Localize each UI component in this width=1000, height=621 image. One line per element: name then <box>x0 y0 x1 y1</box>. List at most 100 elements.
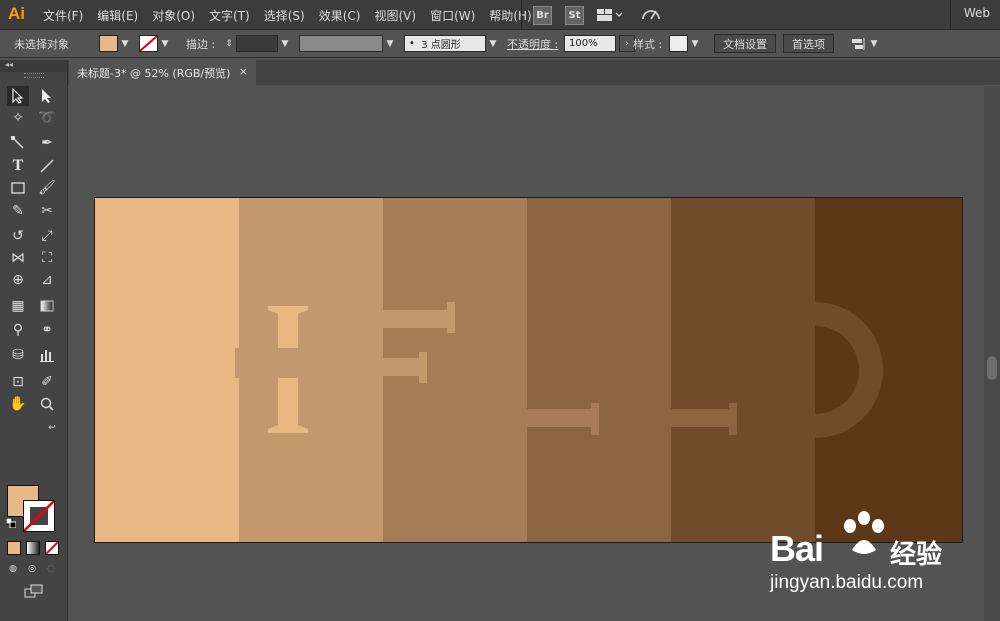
curvature-tool-icon[interactable] <box>7 133 29 153</box>
document-setup-button[interactable]: 文档设置 <box>714 34 776 53</box>
color-mode-icon[interactable] <box>7 541 21 555</box>
stripe-5 <box>671 198 815 542</box>
shaper-tool-icon[interactable]: ✎ <box>7 201 29 221</box>
shape-builder-tool-icon[interactable]: ⊕ <box>7 270 29 290</box>
fill-color-swatch[interactable] <box>99 35 118 52</box>
draw-normal-icon[interactable]: ◍ <box>7 563 19 575</box>
arrange-documents-icon[interactable] <box>596 6 624 23</box>
chevron-down-icon[interactable]: ▼ <box>383 36 397 51</box>
stock-button[interactable]: St <box>565 6 584 25</box>
perspective-grid-tool-icon[interactable]: ⊿ <box>36 270 58 290</box>
stripe-4 <box>527 198 671 542</box>
menu-items: 文件(F) 编辑(E) 对象(O) 文字(T) 选择(S) 效果(C) 视图(V… <box>43 7 546 24</box>
hand-tool-icon[interactable]: ✋ <box>7 394 29 414</box>
mesh-tool-icon[interactable]: ▦ <box>7 296 29 316</box>
stripe-1 <box>95 198 239 542</box>
preferences-button[interactable]: 首选项 <box>783 34 834 53</box>
chevron-down-icon[interactable]: ▼ <box>118 36 132 51</box>
paw-logo-icon <box>844 511 884 554</box>
draw-behind-icon[interactable]: ◎ <box>26 563 38 575</box>
watermark-brand: Bai <box>770 528 824 569</box>
none-mode-icon[interactable] <box>45 541 59 555</box>
screen-mode-icon[interactable] <box>24 584 44 598</box>
menu-effect[interactable]: 效果(C) <box>319 7 361 24</box>
panel-grip[interactable] <box>24 73 44 78</box>
scrollbar-thumb[interactable] <box>987 356 997 380</box>
selection-tool-icon[interactable] <box>7 86 29 106</box>
variable-width-profile[interactable] <box>299 35 383 52</box>
opacity-input[interactable]: 100% <box>564 35 616 52</box>
gradient-tool-icon[interactable] <box>36 296 58 316</box>
scale-tool-icon[interactable]: ⤢ <box>36 226 58 246</box>
menu-type[interactable]: 文字(T) <box>209 7 250 24</box>
workspace-switcher[interactable]: Web <box>964 6 990 20</box>
column-graph-tool-icon[interactable] <box>36 345 58 365</box>
artboard-tool-icon[interactable]: ⊡ <box>7 372 29 392</box>
stroke-stepper-icon[interactable]: ⇕ <box>222 36 236 51</box>
menu-bar: Ai 文件(F) 编辑(E) 对象(O) 文字(T) 选择(S) 效果(C) 视… <box>0 0 1000 30</box>
align-icon[interactable] <box>851 37 867 51</box>
type-tool-icon[interactable]: T <box>7 156 29 176</box>
blend-tool-icon[interactable]: ⚭ <box>36 320 58 340</box>
close-icon[interactable]: × <box>239 65 248 78</box>
stroke-weight-input[interactable] <box>236 35 278 52</box>
document-tab-title: 未标题-3* @ 52% (RGB/预览) <box>77 66 231 80</box>
zoom-tool-icon[interactable] <box>36 394 58 414</box>
watermark-brand-suffix: 经验 <box>890 540 943 570</box>
menu-file[interactable]: 文件(F) <box>43 7 83 24</box>
lasso-tool-icon[interactable]: ➰ <box>36 108 58 128</box>
gradient-mode-icon[interactable] <box>26 541 40 555</box>
chevron-down-icon[interactable]: ▼ <box>278 36 292 51</box>
chevron-down-icon[interactable]: ▼ <box>688 36 702 51</box>
control-bar: 未选择对象 ▼ ▼ 描边 : ⇕ ▼ ▼ • 3 点圆形 ▼ 不透明度 : 10… <box>0 30 1000 58</box>
menu-divider <box>950 0 951 29</box>
draw-inside-icon[interactable]: ◌ <box>45 563 57 575</box>
pen-tool-icon[interactable]: ✒ <box>36 133 58 153</box>
direct-selection-tool-icon[interactable] <box>36 86 58 106</box>
swap-fill-stroke-icon[interactable]: ↩ <box>46 422 58 434</box>
style-label: 样式 : <box>633 37 663 51</box>
eyedropper-tool-icon[interactable]: ⚲ <box>7 320 29 340</box>
brush-label: 3 点圆形 <box>421 40 461 51</box>
brush-dot-icon: • <box>409 38 422 49</box>
menu-view[interactable]: 视图(V) <box>374 7 416 24</box>
paintbrush-tool-icon[interactable]: 🖌 <box>36 178 58 198</box>
stroke-label: 描边 : <box>186 37 216 51</box>
selection-status: 未选择对象 <box>14 37 69 51</box>
default-fill-stroke-icon[interactable] <box>5 517 17 529</box>
baidu-watermark: Bai 经验 jingyan.baidu.com <box>770 510 990 610</box>
document-tab-bar: 未标题-3* @ 52% (RGB/预览) × <box>67 60 1000 85</box>
collapse-icon[interactable]: ◂◂ <box>5 60 13 69</box>
menu-object[interactable]: 对象(O) <box>152 7 195 24</box>
menu-window[interactable]: 窗口(W) <box>430 7 475 24</box>
symbol-sprayer-tool-icon[interactable]: ⛁ <box>7 345 29 365</box>
stroke-swatch[interactable] <box>23 500 55 532</box>
hello-artwork[interactable] <box>95 198 962 542</box>
chevron-down-icon[interactable]: ▼ <box>867 36 881 51</box>
rotate-tool-icon[interactable]: ↺ <box>7 226 29 246</box>
chevron-down-icon[interactable]: ▼ <box>486 36 500 51</box>
menu-divider <box>521 0 522 29</box>
menu-help[interactable]: 帮助(H) <box>489 7 531 24</box>
rectangle-tool-icon[interactable] <box>7 178 29 198</box>
bridge-button[interactable]: Br <box>533 6 552 25</box>
scissors-tool-icon[interactable]: ✂ <box>36 201 58 221</box>
app-logo: Ai <box>8 4 25 23</box>
graphic-style-swatch[interactable] <box>669 35 688 52</box>
slice-tool-icon[interactable]: ✐ <box>36 372 58 392</box>
magic-wand-tool-icon[interactable]: ✧ <box>7 108 29 128</box>
menu-select[interactable]: 选择(S) <box>264 7 305 24</box>
watermark-url: jingyan.baidu.com <box>770 572 924 593</box>
width-tool-icon[interactable]: ⋈ <box>7 248 29 268</box>
brush-definition[interactable]: • 3 点圆形 <box>404 35 486 52</box>
free-transform-tool-icon[interactable]: ⛶ <box>36 248 58 268</box>
chevron-down-icon[interactable]: ▼ <box>158 36 172 51</box>
artboard[interactable] <box>94 197 963 543</box>
menu-edit[interactable]: 编辑(E) <box>97 7 138 24</box>
stroke-color-swatch[interactable] <box>139 35 158 52</box>
document-tab[interactable]: 未标题-3* @ 52% (RGB/预览) × <box>69 60 256 85</box>
opacity-label[interactable]: 不透明度 : <box>507 35 558 52</box>
gpu-performance-icon[interactable] <box>640 6 662 23</box>
line-segment-tool-icon[interactable] <box>36 156 58 176</box>
tools-panel-header[interactable]: ◂◂ <box>0 60 67 72</box>
